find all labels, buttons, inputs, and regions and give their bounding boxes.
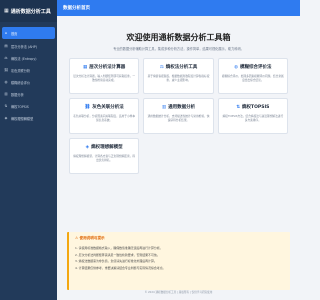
- sidebar-item-label: 熵权法 (Entropy): [11, 56, 37, 61]
- analysis-icon: ▥: [161, 104, 167, 110]
- sidebar-item-ideal[interactable]: ◈ 熵权理想解模型: [0, 112, 57, 124]
- notice-title: ⚠ 使用说明与提示: [75, 236, 105, 240]
- sidebar-item-label: 层次分析法 (AHP): [11, 44, 37, 49]
- notice-list: 1. 请使用标准数据格式输入，确保数值准确无误后再进行计算分析。 2. 层次分析…: [75, 245, 284, 271]
- card-title: 模糊综合评价法: [240, 65, 272, 70]
- sidebar-item-topsis[interactable]: ⇅ 熵权TOPSIS: [0, 100, 57, 112]
- card-ahp[interactable]: ▦ 层次分析法计算器 层次分析法计算器，输入判断矩阵即可获取权重，一致性检验自动…: [69, 58, 140, 94]
- sidebar-item-label: 首页: [11, 31, 18, 36]
- card-desc: 基于熵值客观赋权，根据数据离散程度计算各指标权重，减少主观影响。: [147, 74, 210, 82]
- app-title: 通析数据分析工具: [10, 8, 51, 15]
- home-icon: ⌂: [4, 31, 8, 35]
- sidebar-item-label: 熵权理想解模型: [11, 116, 34, 121]
- scale-icon: ⚖: [159, 64, 164, 70]
- fuzzy-icon: ◍: [234, 64, 239, 70]
- sidebar-item-label: 模糊综合评价: [11, 80, 31, 85]
- card-desc: 层次分析法计算器，输入判断矩阵即可获取权重，一致性检验自动完成。: [73, 74, 136, 82]
- page-title: 数据分析首页: [63, 6, 90, 11]
- app-brand[interactable]: ▦ 通析数据分析工具: [0, 0, 57, 22]
- card-desc: 灰色关联分析，分析因素间关联程度，适用于小样本贫信息系统。: [73, 114, 136, 122]
- grey-icon: ⛓: [84, 104, 91, 110]
- sidebar-item-analysis[interactable]: ▥ 数据分析: [0, 88, 57, 100]
- hero-title: 欢迎使用通析数据分析工具箱: [126, 33, 231, 42]
- top-bar: 数据分析首页: [57, 0, 300, 16]
- card-title: 熵权法分析工具: [165, 65, 198, 70]
- sidebar-item-entropy[interactable]: ⚖ 熵权法 (Entropy): [0, 52, 57, 64]
- sidebar-item-fuzzy[interactable]: ◍ 模糊综合评价: [0, 76, 57, 88]
- card-title: 层次分析法计算器: [89, 65, 126, 70]
- footer: © 2024 通析数据分析工具 | 版权所有 | 仅供学习研究使用: [144, 291, 213, 294]
- card-ideal[interactable]: ◈ 熵权理想解模型 熵权理想解模型，计算各方案与正负理想解距离，得出优劣排名。: [69, 138, 140, 174]
- card-grey[interactable]: ⛓ 灰色关联分析法 灰色关联分析，分析因素间关联程度，适用于小样本贫信息系统。: [69, 98, 140, 134]
- layers-icon: ▤: [4, 44, 8, 48]
- sidebar-item-label: 数据分析: [11, 92, 24, 97]
- sort-icon: ⇅: [4, 104, 8, 108]
- main-content: 欢迎使用通析数据分析工具箱 专业的数据分析辅助计算工具，集成多种分析方法，操作简…: [57, 16, 300, 300]
- sidebar: ▦ 通析数据分析工具 ⌂ 首页 ▤ 层次分析法 (AHP) ⚖ 熵权法 (Ent…: [0, 0, 57, 300]
- card-title: 熵权理想解模型: [91, 145, 123, 150]
- card-entropy[interactable]: ⚖ 熵权法分析工具 基于熵值客观赋权，根据数据离散程度计算各指标权重，减少主观影…: [143, 58, 214, 94]
- card-topsis[interactable]: ⇅ 熵权TOPSIS 熵权TOPSIS方法，结合熵权法与逼近理想解法进行多方案排…: [217, 98, 288, 134]
- notice-panel: ⚠ 使用说明与提示 1. 请使用标准数据格式输入，确保数值准确无误后再进行计算分…: [67, 232, 290, 290]
- chart-icon: ▦: [4, 8, 9, 14]
- link-icon: ⛓: [4, 68, 9, 72]
- card-desc: 模糊综合评价，处理多因素模糊评价问题，结合隶属度给出综合结论。: [221, 74, 284, 82]
- hero-subtitle: 专业的数据分析辅助计算工具，集成多种分析方法，操作简单，结果可视化展示，助力科研…: [113, 47, 244, 51]
- notice-item: 4. 计算结果仅供参考，重要决策请结合专业判断与实际情况综合考虑。: [75, 265, 166, 270]
- analysis-icon: ▥: [4, 92, 8, 96]
- sidebar-nav: ⌂ 首页 ▤ 层次分析法 (AHP) ⚖ 熵权法 (Entropy) ⛓ 灰色关…: [0, 27, 57, 124]
- card-title: 灰色关联分析法: [92, 105, 124, 110]
- calc-icon: ▦: [83, 64, 88, 70]
- card-title: 通用数据分析: [168, 105, 196, 110]
- card-desc: 熵权理想解模型，计算各方案与正负理想解距离，得出优劣排名。: [73, 154, 136, 162]
- ideal-icon: ◈: [85, 144, 90, 150]
- model-icon: ◈: [4, 116, 8, 120]
- topsis-icon: ⇅: [236, 104, 241, 110]
- tool-cards: ▦ 层次分析法计算器 层次分析法计算器，输入判断矩阵即可获取权重，一致性检验自动…: [69, 58, 288, 174]
- card-fuzzy[interactable]: ◍ 模糊综合评价法 模糊综合评价，处理多因素模糊评价问题，结合隶属度给出综合结论…: [217, 58, 288, 94]
- scale-icon: ⚖: [4, 56, 8, 60]
- card-desc: 熵权TOPSIS方法，结合熵权法与逼近理想解法进行多方案排序。: [222, 114, 284, 122]
- sidebar-item-ahp[interactable]: ▤ 层次分析法 (AHP): [0, 40, 57, 52]
- card-title: 熵权TOPSIS: [242, 105, 270, 110]
- card-analysis[interactable]: ▥ 通用数据分析 通用数据统计分析，支持描述性统计与常用检验，快速获得分析结果。: [143, 98, 214, 134]
- sidebar-item-label: 熵权TOPSIS: [11, 104, 29, 109]
- sidebar-item-label: 灰色关联分析: [11, 68, 31, 73]
- sidebar-item-grey[interactable]: ⛓ 灰色关联分析: [0, 64, 57, 76]
- blur-icon: ◍: [4, 80, 8, 84]
- card-desc: 通用数据统计分析，支持描述性统计与常用检验，快速获得分析结果。: [147, 114, 210, 122]
- hero: 欢迎使用通析数据分析工具箱 专业的数据分析辅助计算工具，集成多种分析方法，操作简…: [63, 32, 294, 51]
- sidebar-item-home[interactable]: ⌂ 首页: [2, 27, 55, 39]
